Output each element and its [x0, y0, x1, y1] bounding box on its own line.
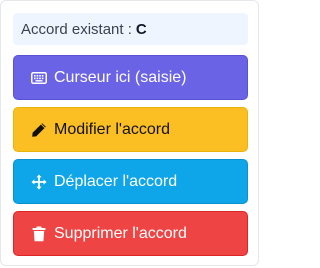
delete-chord-label: Supprimer l'accord	[54, 224, 187, 242]
trash-icon	[30, 225, 48, 243]
edit-chord-button[interactable]: Modifier l'accord	[13, 107, 248, 152]
cursor-here-label: Curseur ici (saisie)	[54, 68, 187, 86]
keyboard-icon	[30, 69, 48, 87]
move-chord-button[interactable]: Déplacer l'accord	[13, 159, 248, 204]
edit-chord-label: Modifier l'accord	[54, 120, 170, 138]
existing-chord-value: C	[135, 20, 147, 38]
existing-chord-label: Accord existant :	[21, 20, 132, 38]
existing-chord-status: Accord existant : C	[13, 13, 248, 45]
move-chord-label: Déplacer l'accord	[54, 172, 178, 190]
move-arrows-icon	[30, 173, 48, 191]
delete-chord-button[interactable]: Supprimer l'accord	[13, 211, 248, 256]
cursor-here-button[interactable]: Curseur ici (saisie)	[13, 55, 248, 100]
pencil-icon	[30, 121, 48, 139]
chord-context-menu: Accord existant : C Curseur ici (saisie)	[0, 0, 259, 266]
